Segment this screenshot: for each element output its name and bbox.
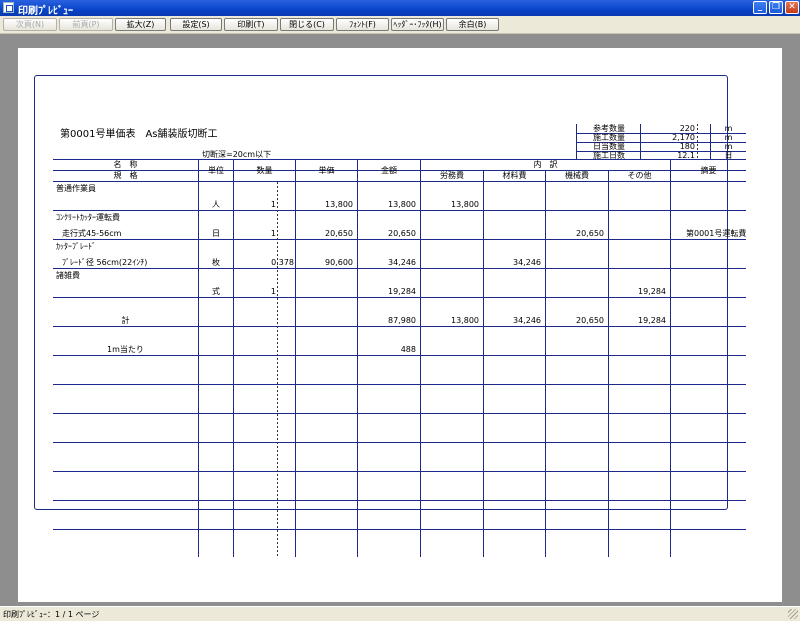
row-material: 34,246 [513, 258, 541, 267]
header-other: その他 [627, 171, 652, 180]
total-material: 34,246 [513, 316, 541, 325]
row-machine: 20,650 [576, 229, 604, 238]
header-remarks: 摘要 [700, 166, 717, 175]
total-labor: 13,800 [451, 316, 479, 325]
resize-grip-icon[interactable] [788, 609, 798, 619]
row-other: 19,284 [638, 287, 666, 296]
row-amount: 19,284 [388, 287, 416, 296]
header-price: 単価 [318, 166, 335, 175]
row-unit: 日 [212, 229, 220, 238]
row-spec: ﾌﾞﾚｰﾄﾞ径 56cm(22ｲﾝﾁ) [62, 258, 148, 267]
report-title: 第0001号単価表 As舗装版切断工 [60, 129, 218, 140]
status-bar: 印刷ﾌﾟﾚﾋﾞｭｰ：1 / 1 ページ [0, 606, 800, 621]
header-spec: 規 格 [113, 171, 138, 180]
row-name: ｺﾝｸﾘｰﾄｶｯﾀｰ運転費 [56, 213, 120, 222]
per-unit-label: 1m当たり [107, 345, 144, 354]
row-price: 90,600 [325, 258, 353, 267]
header-qty: 数量 [256, 166, 273, 175]
row-name: 普通作業員 [56, 184, 96, 193]
header-amount: 金額 [381, 166, 397, 175]
row-price: 20,650 [325, 229, 353, 238]
row-name: 諸雑費 [56, 271, 80, 280]
header-material: 材料費 [502, 171, 527, 180]
total-amount: 87,980 [388, 316, 416, 325]
report-condition: 切断深=20cm以下 [202, 150, 272, 159]
total-other: 19,284 [638, 316, 666, 325]
row-amount: 34,246 [388, 258, 416, 267]
row-name: ｶｯﾀｰﾌﾞﾚｰﾄﾞ [56, 242, 96, 251]
row-amount: 13,800 [388, 200, 416, 209]
row-unit: 人 [212, 200, 220, 209]
row-qty: 1 [270, 200, 276, 209]
header-labor: 労務費 [440, 171, 464, 180]
summary-unit: 日 [724, 151, 733, 160]
total-machine: 20,650 [576, 316, 604, 325]
row-spec: 走行式45-56cm [62, 229, 122, 238]
header-unit: 単位 [208, 166, 224, 175]
row-labor: 13,800 [451, 200, 479, 209]
total-label: 計 [121, 316, 130, 325]
header-name: 名 称 [113, 160, 138, 169]
header-breakdown: 内 訳 [533, 160, 558, 169]
report-grid [53, 124, 746, 557]
per-unit-amount: 488 [400, 345, 416, 354]
row-qty: 1 [270, 287, 276, 296]
status-text: 印刷ﾌﾟﾚﾋﾞｭｰ：1 / 1 ページ [3, 610, 100, 619]
row-price: 13,800 [325, 200, 353, 209]
row-qty: 1 [270, 229, 276, 238]
row-remarks: 第0001号運転費 [686, 229, 747, 238]
row-qty: 0.378 [271, 258, 294, 267]
row-amount: 20,650 [388, 229, 416, 238]
row-unit: 枚 [212, 258, 220, 267]
header-machine: 機械費 [565, 171, 589, 180]
row-unit: 式 [212, 287, 220, 296]
